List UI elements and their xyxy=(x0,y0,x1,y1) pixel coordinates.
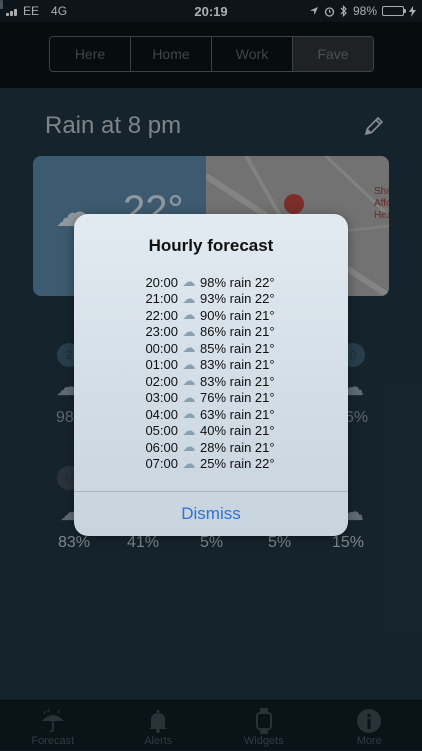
rain-cloud-icon: ☁ xyxy=(178,307,200,323)
rain-cloud-icon: ☁ xyxy=(178,340,200,356)
dismiss-button[interactable]: Dismiss xyxy=(74,492,348,536)
list-item: 04:00☁63% rain 21° xyxy=(74,406,348,423)
list-item: 01:00☁83% rain 21° xyxy=(74,357,348,374)
hourly-forecast-dialog: Hourly forecast 20:00☁98% rain 22° 21:00… xyxy=(74,214,348,536)
hourly-forecast-list: 20:00☁98% rain 22° 21:00☁93% rain 22° 22… xyxy=(74,274,348,472)
rain-cloud-icon: ☁ xyxy=(178,324,200,340)
list-item: 21:00☁93% rain 22° xyxy=(74,291,348,308)
list-item: 02:00☁83% rain 21° xyxy=(74,373,348,390)
list-item: 20:00☁98% rain 22° xyxy=(74,274,348,291)
rain-cloud-icon: ☁ xyxy=(178,274,200,290)
rain-cloud-icon: ☁ xyxy=(178,406,200,422)
rain-cloud-icon: ☁ xyxy=(178,357,200,373)
list-item: 03:00☁76% rain 21° xyxy=(74,390,348,407)
list-item: 00:00☁85% rain 21° xyxy=(74,340,348,357)
rain-cloud-icon: ☁ xyxy=(178,439,200,455)
list-item: 22:00☁90% rain 21° xyxy=(74,307,348,324)
rain-cloud-icon: ☁ xyxy=(178,456,200,472)
rain-cloud-icon: ☁ xyxy=(178,390,200,406)
rain-cloud-icon: ☁ xyxy=(178,291,200,307)
dialog-title: Hourly forecast xyxy=(74,236,348,256)
list-item: 07:00☁25% rain 22° xyxy=(74,456,348,473)
rain-cloud-icon: ☁ xyxy=(178,423,200,439)
list-item: 05:00☁40% rain 21° xyxy=(74,423,348,440)
rain-cloud-icon: ☁ xyxy=(178,373,200,389)
list-item: 23:00☁86% rain 21° xyxy=(74,324,348,341)
list-item: 06:00☁28% rain 21° xyxy=(74,439,348,456)
